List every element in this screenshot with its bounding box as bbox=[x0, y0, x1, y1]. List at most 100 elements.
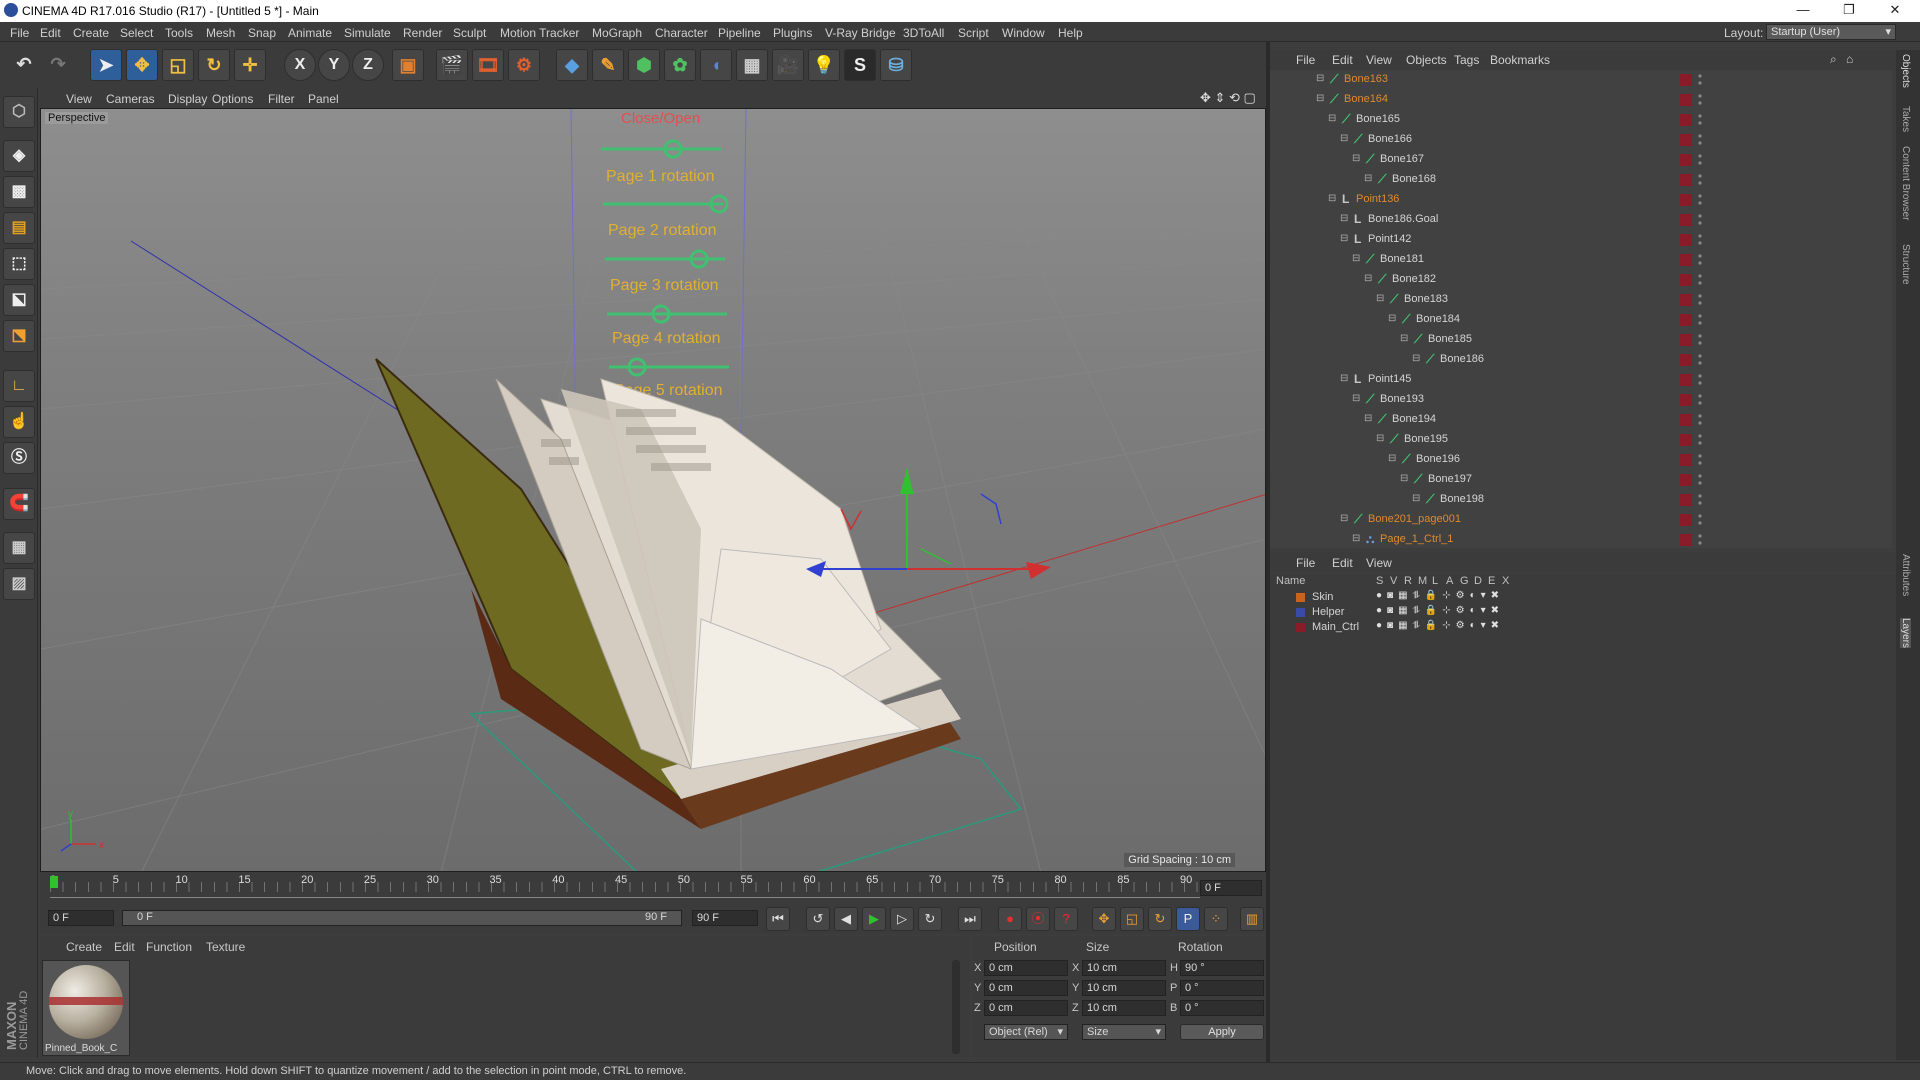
scale-tool-icon[interactable]: ◱ bbox=[162, 49, 194, 81]
object-name[interactable]: Point142 bbox=[1368, 233, 1411, 245]
layer-color-swatch[interactable] bbox=[1680, 374, 1692, 386]
object-row[interactable]: ⊟ ⟋ Bone184 bbox=[1270, 310, 1892, 330]
size-y-field[interactable]: 10 cm bbox=[1082, 980, 1166, 996]
tab-content-browser[interactable]: Content Browser bbox=[1900, 146, 1911, 220]
expand-toggle-icon[interactable]: ⊟ bbox=[1340, 133, 1348, 144]
tweak-mode-icon[interactable]: ☝ bbox=[3, 406, 35, 438]
object-row[interactable]: ⊟ L Point145 bbox=[1270, 370, 1892, 390]
model-mode-icon[interactable]: ◈ bbox=[3, 140, 35, 172]
light-icon[interactable]: 💡 bbox=[808, 49, 840, 81]
menu-render[interactable]: Render bbox=[403, 26, 442, 40]
menu-snap[interactable]: Snap bbox=[248, 26, 276, 40]
material-menu-function[interactable]: Function bbox=[146, 940, 192, 954]
tab-layers[interactable]: Layers bbox=[1900, 618, 1911, 649]
viewport-navigation-icons[interactable]: ✥ ⇕ ⟲ ▢ bbox=[1200, 90, 1256, 106]
objmgr-menu-tags[interactable]: Tags bbox=[1454, 53, 1479, 67]
layer-list[interactable]: Skin ●◙▦⥮🔒⊹⚙◐▾✖ Helper ●◙▦⥮🔒⊹⚙◐▾✖ Main_Ctrl ●… bbox=[1270, 590, 1900, 1060]
expand-toggle-icon[interactable]: ⊟ bbox=[1364, 413, 1372, 424]
render-picture-viewer-icon[interactable]: 🎞 bbox=[472, 49, 504, 81]
visibility-dots[interactable] bbox=[1698, 233, 1702, 247]
pos-z-field[interactable]: 0 cm bbox=[984, 1000, 1068, 1016]
3d-viewport[interactable]: Close/Open Page 1 rotation Page 2 rotati… bbox=[40, 108, 1266, 872]
object-row[interactable]: ⊟ L Bone186.Goal bbox=[1270, 210, 1892, 230]
current-frame-field[interactable]: 0 F bbox=[1200, 880, 1262, 896]
menu-window[interactable]: Window bbox=[1002, 26, 1045, 40]
layer-color-swatch[interactable] bbox=[1680, 294, 1692, 306]
end-frame-field[interactable]: 90 F bbox=[692, 910, 758, 926]
key-parameter-icon[interactable]: P bbox=[1176, 907, 1200, 931]
object-name[interactable]: Bone181 bbox=[1380, 253, 1424, 265]
expand-toggle-icon[interactable]: ⊟ bbox=[1352, 533, 1360, 544]
visibility-dots[interactable] bbox=[1698, 333, 1702, 347]
visibility-dots[interactable] bbox=[1698, 513, 1702, 527]
layer-color-swatch[interactable] bbox=[1680, 434, 1692, 446]
layer-color-swatch[interactable] bbox=[1680, 514, 1692, 526]
object-name[interactable]: Bone201_page001 bbox=[1368, 513, 1461, 525]
play-icon[interactable]: ▶ bbox=[862, 907, 886, 931]
playhead[interactable] bbox=[50, 876, 58, 888]
menu-sculpt[interactable]: Sculpt bbox=[453, 26, 486, 40]
objmgr-menu-view[interactable]: View bbox=[1366, 53, 1392, 67]
autokey-icon[interactable]: ⦿ bbox=[1026, 907, 1050, 931]
expand-toggle-icon[interactable]: ⊟ bbox=[1364, 173, 1372, 184]
pos-y-field[interactable]: 0 cm bbox=[984, 980, 1068, 996]
layer-color-swatch[interactable] bbox=[1680, 314, 1692, 326]
rot-p-field[interactable]: 0 ° bbox=[1180, 980, 1264, 996]
object-name[interactable]: Page_1_Ctrl_1 bbox=[1380, 533, 1453, 545]
object-name[interactable]: Bone186.Goal bbox=[1368, 213, 1438, 225]
layer-color-swatch[interactable] bbox=[1680, 234, 1692, 246]
expand-toggle-icon[interactable]: ⊟ bbox=[1340, 373, 1348, 384]
object-name[interactable]: Bone185 bbox=[1428, 333, 1472, 345]
layer-color-swatch[interactable] bbox=[1680, 134, 1692, 146]
visibility-dots[interactable] bbox=[1698, 533, 1702, 547]
rotate-tool-icon[interactable]: ↻ bbox=[198, 49, 230, 81]
layer-row[interactable]: Skin ●◙▦⥮🔒⊹⚙◐▾✖ bbox=[1270, 590, 1900, 605]
layer-color-swatch[interactable] bbox=[1680, 394, 1692, 406]
layer-color-swatch[interactable] bbox=[1296, 593, 1305, 602]
expand-toggle-icon[interactable]: ⊟ bbox=[1364, 273, 1372, 284]
visibility-dots[interactable] bbox=[1698, 273, 1702, 287]
viewport-camera-label[interactable]: Perspective bbox=[45, 112, 109, 124]
object-row[interactable]: ⊟ ⟋ Bone186 bbox=[1270, 350, 1892, 370]
next-frame-icon[interactable]: ▷ bbox=[890, 907, 914, 931]
home-icon[interactable]: ⌂ bbox=[1846, 52, 1853, 66]
layer-color-swatch[interactable] bbox=[1296, 608, 1305, 617]
visibility-dots[interactable] bbox=[1698, 433, 1702, 447]
expand-toggle-icon[interactable]: ⊟ bbox=[1352, 393, 1360, 404]
object-name[interactable]: Bone164 bbox=[1344, 93, 1388, 105]
frame-range-slider[interactable]: 0 F 90 F bbox=[122, 910, 682, 926]
material-menu-edit[interactable]: Edit bbox=[114, 940, 135, 954]
layer-color-swatch[interactable] bbox=[1296, 623, 1305, 632]
expand-toggle-icon[interactable]: ⊟ bbox=[1412, 493, 1420, 504]
menu-file[interactable]: File bbox=[10, 26, 29, 40]
layer-name[interactable]: Main_Ctrl bbox=[1312, 621, 1359, 633]
page-rotation-controls[interactable]: Close/Open Page 1 rotation Page 2 rotati… bbox=[570, 109, 747, 440]
make-editable-icon[interactable]: ⬡ bbox=[3, 96, 35, 128]
python-icon[interactable]: ⛁ bbox=[880, 49, 912, 81]
render-settings-icon[interactable]: ⚙ bbox=[508, 49, 540, 81]
menu-3dtoall[interactable]: 3DToAll bbox=[903, 26, 944, 40]
visibility-dots[interactable] bbox=[1698, 73, 1702, 87]
book-model[interactable] bbox=[375, 358, 1023, 872]
timeline-ruler[interactable]: 051015202530354045505560657075808590 0 F bbox=[40, 872, 1266, 902]
restore-button[interactable]: ❐ bbox=[1834, 2, 1864, 20]
object-name[interactable]: Bone196 bbox=[1416, 453, 1460, 465]
layer-flag-icons[interactable]: ●◙▦⥮🔒⊹⚙◐▾✖ bbox=[1376, 620, 1504, 631]
record-keys-icon[interactable]: ● bbox=[998, 907, 1022, 931]
expand-toggle-icon[interactable]: ⊟ bbox=[1388, 313, 1396, 324]
apply-button[interactable]: Apply bbox=[1180, 1024, 1264, 1040]
expand-toggle-icon[interactable]: ⊟ bbox=[1340, 233, 1348, 244]
redo-icon[interactable]: ↷ bbox=[42, 49, 74, 81]
layermgr-menu-file[interactable]: File bbox=[1296, 556, 1315, 570]
search-icon[interactable]: ⌕ bbox=[1830, 52, 1837, 67]
expand-toggle-icon[interactable]: ⊟ bbox=[1316, 73, 1324, 84]
menu-script[interactable]: Script bbox=[958, 26, 989, 40]
pos-x-field[interactable]: 0 cm bbox=[984, 960, 1068, 976]
menu-simulate[interactable]: Simulate bbox=[344, 26, 391, 40]
size-z-field[interactable]: 10 cm bbox=[1082, 1000, 1166, 1016]
menu-motion-tracker[interactable]: Motion Tracker bbox=[500, 26, 579, 40]
objmgr-menu-objects[interactable]: Objects bbox=[1406, 53, 1447, 67]
expand-toggle-icon[interactable]: ⊟ bbox=[1340, 513, 1348, 524]
start-frame-field[interactable]: 0 F bbox=[48, 910, 114, 926]
magnet-icon[interactable]: 🧲 bbox=[3, 488, 35, 520]
